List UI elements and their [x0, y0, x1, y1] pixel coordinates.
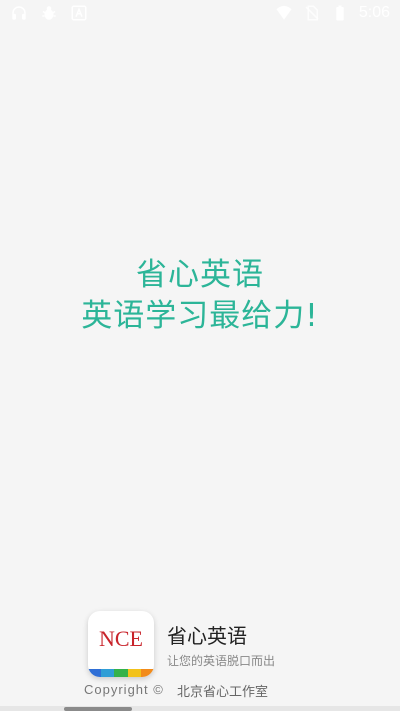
- logo-stripe: [88, 669, 154, 677]
- splash-subtitle: 英语学习最给力!: [81, 298, 319, 334]
- bottom-edge-bar: [64, 707, 132, 711]
- headset-icon: [12, 6, 26, 20]
- status-bar: 5:06: [0, 0, 400, 28]
- wifi-icon: [276, 5, 292, 20]
- status-left-icons: [10, 4, 88, 22]
- status-time: 5:06: [358, 4, 390, 21]
- studio-name: 北京省心工作室: [177, 685, 269, 700]
- status-right-icons: 5:06: [275, 4, 390, 22]
- battery-icon: [336, 5, 344, 21]
- copyright-text: Copyright ©: [84, 682, 164, 697]
- app-name: 省心英语: [167, 624, 247, 648]
- logo-text: NCE: [99, 626, 143, 651]
- bug-icon: [42, 6, 56, 20]
- bottom-edge: [0, 706, 400, 711]
- no-sim-icon: [305, 5, 319, 21]
- splash-slogan: 省心英语 英语学习最给力!: [0, 255, 400, 337]
- app-tagline: 让您的英语脱口而出: [167, 654, 276, 668]
- splash-title: 省心英语: [136, 257, 264, 293]
- text-a-icon: [71, 5, 87, 21]
- app-logo: NCE: [88, 611, 154, 677]
